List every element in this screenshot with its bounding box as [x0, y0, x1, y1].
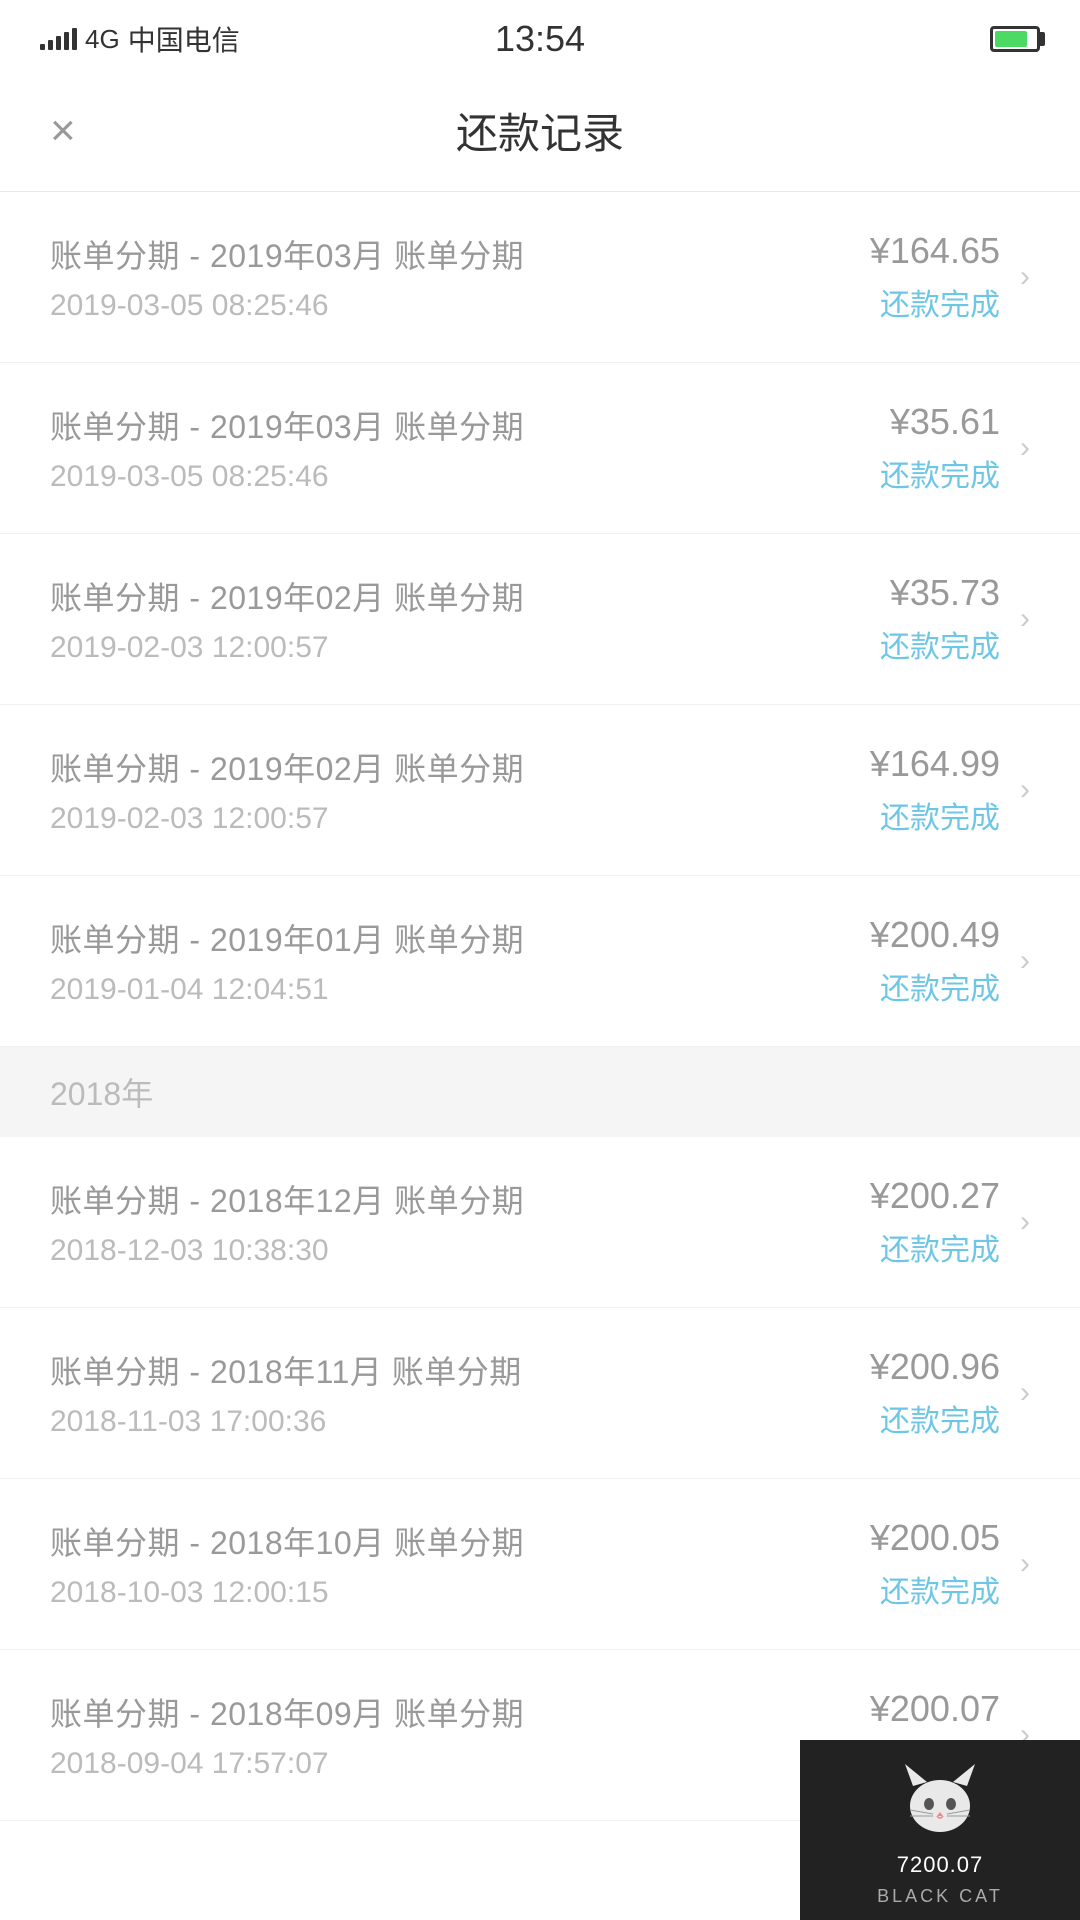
item-right: ¥200.96 还款完成 › — [870, 1346, 1030, 1440]
item-left: 账单分期 - 2019年02月 账单分期 2019-02-03 12:00:57 — [50, 573, 880, 665]
list-item[interactable]: 账单分期 - 2019年03月 账单分期 2019-03-05 08:25:46… — [0, 192, 1080, 363]
item-date: 2018-11-03 17:00:36 — [50, 1405, 870, 1439]
chevron-right-icon: › — [1020, 773, 1030, 807]
item-amount-group: ¥200.49 还款完成 — [870, 914, 1000, 1008]
item-left: 账单分期 - 2019年03月 账单分期 2019-03-05 08:25:46 — [50, 402, 880, 494]
item-amount: ¥35.73 — [880, 572, 1000, 614]
item-left: 账单分期 - 2019年03月 账单分期 2019-03-05 08:25:46 — [50, 231, 870, 323]
list-item[interactable]: 账单分期 - 2019年03月 账单分期 2019-03-05 08:25:46… — [0, 363, 1080, 534]
repayment-list: 账单分期 - 2019年03月 账单分期 2019-03-05 08:25:46… — [0, 192, 1080, 1821]
item-left: 账单分期 - 2018年12月 账单分期 2018-12-03 10:38:30 — [50, 1176, 870, 1268]
item-status: 还款完成 — [880, 631, 1000, 664]
list-item[interactable]: 账单分期 - 2018年12月 账单分期 2018-12-03 10:38:30… — [0, 1137, 1080, 1308]
watermark-brand: BLACK CAT — [877, 1886, 1003, 1907]
status-left: 4G 中国电信 — [40, 19, 240, 59]
item-status: 还款完成 — [880, 460, 1000, 493]
item-title: 账单分期 - 2018年11月 账单分期 — [50, 1347, 870, 1393]
item-amount-group: ¥35.73 还款完成 — [880, 572, 1000, 666]
chevron-right-icon: › — [1020, 260, 1030, 294]
item-date: 2018-09-04 17:57:07 — [50, 1747, 870, 1781]
status-right — [990, 26, 1040, 52]
item-amount: ¥200.07 — [870, 1688, 1000, 1730]
item-amount: ¥164.65 — [870, 230, 1000, 272]
item-left: 账单分期 - 2019年01月 账单分期 2019-01-04 12:04:51 — [50, 915, 870, 1007]
item-right: ¥200.05 还款完成 › — [870, 1517, 1030, 1611]
item-date: 2019-02-03 12:00:57 — [50, 631, 880, 665]
battery-fill — [995, 31, 1027, 47]
item-amount: ¥164.99 — [870, 743, 1000, 785]
chevron-right-icon: › — [1020, 1205, 1030, 1239]
item-amount-group: ¥35.61 还款完成 — [880, 401, 1000, 495]
item-left: 账单分期 - 2018年11月 账单分期 2018-11-03 17:00:36 — [50, 1347, 870, 1439]
status-bar: 4G 中国电信 13:54 — [0, 0, 1080, 70]
item-status: 还款完成 — [880, 1405, 1000, 1438]
item-right: ¥200.27 还款完成 › — [870, 1175, 1030, 1269]
item-title: 账单分期 - 2019年03月 账单分期 — [50, 402, 880, 448]
item-amount-group: ¥200.05 还款完成 — [870, 1517, 1000, 1611]
signal-icon — [40, 28, 77, 50]
item-date: 2019-02-03 12:00:57 — [50, 802, 870, 836]
item-amount-group: ¥164.99 还款完成 — [870, 743, 1000, 837]
item-status: 还款完成 — [880, 802, 1000, 835]
item-date: 2019-03-05 08:25:46 — [50, 289, 870, 323]
item-status: 还款完成 — [880, 1234, 1000, 1267]
item-amount-group: ¥200.96 还款完成 — [870, 1346, 1000, 1440]
item-date: 2018-10-03 12:00:15 — [50, 1576, 870, 1610]
year-separator: 2018年 — [0, 1047, 1080, 1137]
watermark: 7200.07 BLACK CAT — [800, 1740, 1080, 1920]
list-item[interactable]: 账单分期 - 2019年02月 账单分期 2019-02-03 12:00:57… — [0, 534, 1080, 705]
close-button[interactable]: × — [50, 109, 76, 153]
list-item[interactable]: 账单分期 - 2019年02月 账单分期 2019-02-03 12:00:57… — [0, 705, 1080, 876]
item-left: 账单分期 - 2019年02月 账单分期 2019-02-03 12:00:57 — [50, 744, 870, 836]
list-item[interactable]: 账单分期 - 2018年10月 账单分期 2018-10-03 12:00:15… — [0, 1479, 1080, 1650]
item-status: 还款完成 — [880, 973, 1000, 1006]
chevron-right-icon: › — [1020, 602, 1030, 636]
page-title: 还款记录 — [456, 100, 624, 161]
item-status: 还款完成 — [880, 289, 1000, 322]
item-right: ¥35.73 还款完成 › — [880, 572, 1030, 666]
item-left: 账单分期 - 2018年10月 账单分期 2018-10-03 12:00:15 — [50, 1518, 870, 1610]
item-left: 账单分期 - 2018年09月 账单分期 2018-09-04 17:57:07 — [50, 1689, 870, 1781]
item-amount: ¥200.05 — [870, 1517, 1000, 1559]
item-amount-group: ¥164.65 还款完成 — [870, 230, 1000, 324]
item-amount: ¥200.27 — [870, 1175, 1000, 1217]
item-title: 账单分期 - 2019年01月 账单分期 — [50, 915, 870, 961]
item-title: 账单分期 - 2019年02月 账单分期 — [50, 573, 880, 619]
network-type: 4G — [85, 24, 120, 55]
item-right: ¥35.61 还款完成 › — [880, 401, 1030, 495]
cat-logo-icon — [895, 1754, 985, 1844]
chevron-right-icon: › — [1020, 944, 1030, 978]
chevron-right-icon: › — [1020, 1376, 1030, 1410]
carrier: 中国电信 — [128, 19, 240, 59]
item-amount: ¥35.61 — [880, 401, 1000, 443]
chevron-right-icon: › — [1020, 1547, 1030, 1581]
item-status: 还款完成 — [880, 1576, 1000, 1609]
list-item[interactable]: 账单分期 - 2019年01月 账单分期 2019-01-04 12:04:51… — [0, 876, 1080, 1047]
chevron-right-icon: › — [1020, 431, 1030, 465]
item-amount-group: ¥200.27 还款完成 — [870, 1175, 1000, 1269]
item-title: 账单分期 - 2018年09月 账单分期 — [50, 1689, 870, 1735]
list-item[interactable]: 账单分期 - 2018年11月 账单分期 2018-11-03 17:00:36… — [0, 1308, 1080, 1479]
item-date: 2019-01-04 12:04:51 — [50, 973, 870, 1007]
item-title: 账单分期 - 2018年12月 账单分期 — [50, 1176, 870, 1222]
watermark-amount: 7200.07 — [897, 1852, 984, 1878]
item-right: ¥200.49 还款完成 › — [870, 914, 1030, 1008]
item-date: 2018-12-03 10:38:30 — [50, 1234, 870, 1268]
header: × 还款记录 — [0, 70, 1080, 192]
battery-icon — [990, 26, 1040, 52]
item-title: 账单分期 - 2019年03月 账单分期 — [50, 231, 870, 277]
item-amount: ¥200.49 — [870, 914, 1000, 956]
item-amount: ¥200.96 — [870, 1346, 1000, 1388]
status-time: 13:54 — [495, 18, 585, 60]
item-date: 2019-03-05 08:25:46 — [50, 460, 880, 494]
item-right: ¥164.99 还款完成 › — [870, 743, 1030, 837]
item-title: 账单分期 - 2018年10月 账单分期 — [50, 1518, 870, 1564]
item-right: ¥164.65 还款完成 › — [870, 230, 1030, 324]
item-title: 账单分期 - 2019年02月 账单分期 — [50, 744, 870, 790]
